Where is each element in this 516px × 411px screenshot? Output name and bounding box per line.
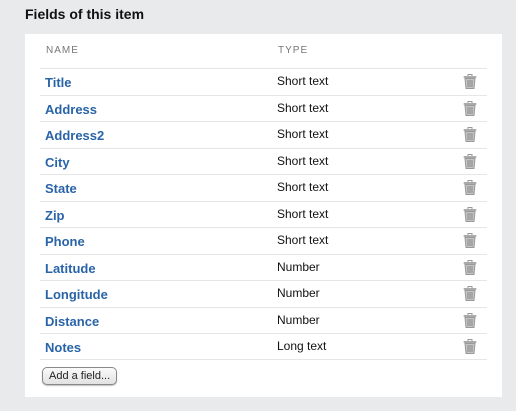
table-row: State Short text: [40, 174, 487, 201]
column-header-name: NAME: [46, 45, 79, 56]
field-type: Short text: [277, 74, 329, 88]
section-title: Fields of this item: [25, 6, 145, 22]
trash-icon[interactable]: [463, 74, 477, 89]
trash-icon[interactable]: [463, 286, 477, 301]
field-type: Number: [277, 259, 320, 274]
table-row: Latitude Number: [40, 253, 487, 281]
table-row: Notes Long text: [40, 333, 487, 360]
table-row: City Short text: [40, 147, 487, 175]
fields-panel: NAME TYPE Title Short text Address Short…: [25, 34, 502, 397]
field-name-link[interactable]: Zip: [45, 208, 65, 223]
field-type: Short text: [277, 100, 329, 115]
trash-icon[interactable]: [463, 259, 477, 275]
table-row: Address Short text: [40, 94, 487, 122]
add-field-button[interactable]: Add a field...: [42, 367, 118, 385]
field-type: Number: [277, 312, 320, 327]
table-row: Address2 Short text: [40, 121, 487, 148]
trash-icon[interactable]: [463, 127, 477, 142]
field-name-link[interactable]: City: [45, 155, 70, 170]
table-row: Distance Number: [40, 306, 487, 334]
field-type: Short text: [277, 180, 329, 194]
field-type: Number: [277, 286, 320, 300]
field-name-link[interactable]: Longitude: [45, 287, 108, 302]
trash-icon[interactable]: [463, 233, 477, 248]
field-name-link[interactable]: Notes: [45, 340, 81, 355]
trash-icon[interactable]: [463, 312, 477, 328]
field-name-link[interactable]: Distance: [45, 314, 99, 329]
table-row: Longitude Number: [40, 280, 487, 307]
fields-table: Title Short text Address Short text Addr…: [40, 68, 487, 360]
field-type: Short text: [277, 206, 329, 221]
field-type: Short text: [277, 127, 329, 141]
field-name-link[interactable]: Title: [45, 75, 72, 90]
column-header-type: TYPE: [278, 45, 309, 56]
field-name-link[interactable]: Address2: [45, 128, 104, 143]
table-row: Title Short text: [40, 68, 487, 95]
field-type: Long text: [277, 339, 327, 353]
field-type: Short text: [277, 153, 329, 168]
field-type: Short text: [277, 233, 329, 247]
table-row: Phone Short text: [40, 227, 487, 254]
trash-icon[interactable]: [463, 339, 477, 354]
trash-icon[interactable]: [463, 100, 477, 116]
trash-icon[interactable]: [463, 206, 477, 222]
field-name-link[interactable]: Address: [45, 102, 97, 117]
trash-icon[interactable]: [463, 153, 477, 169]
table-row: Zip Short text: [40, 200, 487, 228]
field-name-link[interactable]: State: [45, 181, 77, 196]
field-name-link[interactable]: Latitude: [45, 261, 96, 276]
trash-icon[interactable]: [463, 180, 477, 195]
field-name-link[interactable]: Phone: [45, 234, 85, 249]
